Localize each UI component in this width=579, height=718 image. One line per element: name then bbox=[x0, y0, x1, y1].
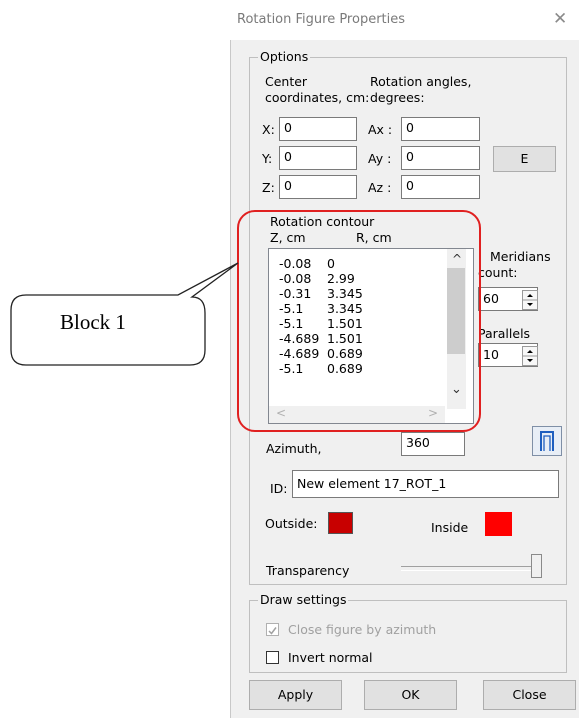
y-label: Y: bbox=[262, 151, 273, 166]
transparency-slider-thumb[interactable] bbox=[531, 554, 542, 578]
z-field[interactable]: 0 bbox=[279, 175, 357, 199]
id-field[interactable]: New element 17_ROT_1 bbox=[292, 470, 559, 498]
meridians-value: 60 bbox=[483, 291, 499, 306]
id-label: ID: bbox=[270, 481, 288, 496]
profile-shape-icon bbox=[540, 431, 554, 451]
window-title: Rotation Figure Properties bbox=[237, 12, 406, 27]
x-label: X: bbox=[262, 122, 275, 137]
inside-color-swatch[interactable] bbox=[485, 512, 512, 536]
spin-arrows-icon[interactable] bbox=[523, 291, 537, 309]
transparency-slider-track[interactable] bbox=[401, 566, 541, 571]
ax-field[interactable]: 0 bbox=[401, 117, 480, 141]
close-icon[interactable]: ✕ bbox=[553, 9, 567, 29]
y-field[interactable]: 0 bbox=[279, 146, 357, 170]
azimuth-field[interactable]: 360 bbox=[401, 432, 465, 456]
invert-normal-checkbox[interactable] bbox=[266, 651, 279, 664]
outside-color-swatch[interactable] bbox=[328, 512, 353, 534]
spin-buttons[interactable] bbox=[522, 346, 538, 366]
meridians-stepper[interactable]: 60 bbox=[478, 287, 538, 311]
ax-label: Ax : bbox=[368, 122, 393, 137]
az-label: Az : bbox=[368, 180, 392, 195]
checkmark-icon bbox=[268, 627, 277, 635]
outside-color-label: Outside: bbox=[265, 516, 318, 531]
meridians-label: Meridians count: bbox=[478, 249, 551, 280]
ay-label: Ay : bbox=[368, 151, 392, 166]
callout-label: Block 1 bbox=[60, 310, 126, 334]
x-field[interactable]: 0 bbox=[279, 117, 357, 141]
apply-button[interactable]: Apply bbox=[249, 680, 342, 710]
z-label: Z: bbox=[262, 180, 275, 195]
profile-shape-button[interactable] bbox=[532, 426, 562, 456]
spin-buttons[interactable] bbox=[522, 290, 538, 310]
ok-button[interactable]: OK bbox=[364, 680, 457, 710]
rotation-angles-label: Rotation angles, degrees: bbox=[370, 74, 472, 105]
parallels-label: Parallels bbox=[478, 326, 531, 341]
close-by-azimuth-checkbox bbox=[266, 623, 279, 636]
invert-normal-label: Invert normal bbox=[288, 650, 373, 665]
center-coordinates-label: Center coordinates, cm: bbox=[265, 74, 370, 105]
options-group-label: Options bbox=[258, 49, 311, 64]
parallels-stepper[interactable]: 10 bbox=[478, 343, 538, 367]
close-by-azimuth-label: Close figure by azimuth bbox=[288, 622, 437, 637]
block-highlight-outline bbox=[237, 210, 481, 432]
e-button[interactable]: E bbox=[493, 146, 556, 172]
spin-arrows-icon[interactable] bbox=[523, 347, 537, 365]
inside-color-label: Inside bbox=[431, 520, 469, 535]
parallels-value: 10 bbox=[483, 347, 499, 362]
ay-field[interactable]: 0 bbox=[401, 146, 480, 170]
transparency-label: Transparency bbox=[266, 563, 350, 578]
azimuth-label: Azimuth, bbox=[266, 441, 322, 456]
close-button[interactable]: Close bbox=[483, 680, 576, 710]
draw-settings-label: Draw settings bbox=[258, 592, 349, 607]
az-field[interactable]: 0 bbox=[401, 175, 480, 199]
